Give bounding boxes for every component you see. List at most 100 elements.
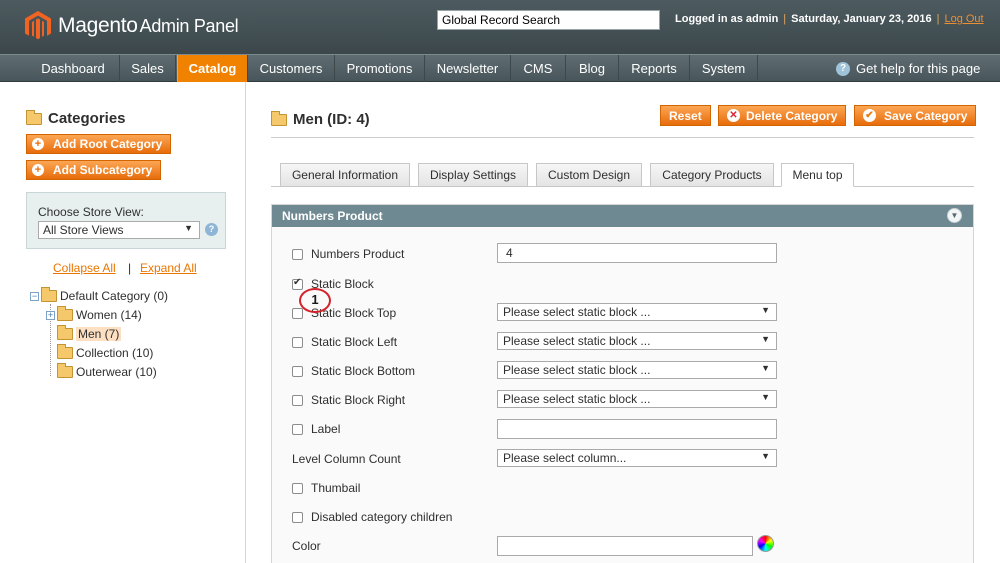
collapse-all-link[interactable]: Collapse All [53,261,116,275]
static-block-right-checkbox[interactable] [292,394,303,406]
store-view-select[interactable]: All Store Views ▼ [38,221,200,239]
fieldset-header[interactable]: Numbers Product ▼ [272,205,973,227]
help-link[interactable]: ? Get help for this page [836,55,980,82]
color-input[interactable] [497,536,753,556]
reset-label: Reset [669,108,702,123]
nav-reports[interactable]: Reports [619,55,690,82]
label-input[interactable] [497,419,777,439]
separator: | [783,13,787,25]
nav-promotions[interactable]: Promotions [335,55,425,82]
add-root-category-label: Add Root Category [53,137,163,151]
static-block-checkbox[interactable] [292,277,303,290]
tree-item-label: Women (14) [76,308,142,322]
magento-logo-icon [25,11,51,40]
help-icon: ? [836,61,850,76]
field-label: Thumbail [311,481,361,495]
disabled-category-children-checkbox[interactable] [292,511,303,523]
tab-custom-design[interactable]: Custom Design [536,163,642,187]
logout-link[interactable]: Log Out [944,13,983,25]
numbers-product-checkbox[interactable] [292,248,303,260]
field-static-block: Static Block [292,277,374,291]
field-label-row: Label [292,422,340,436]
tree-item-outerwear[interactable]: Outerwear (10) [57,363,157,379]
add-subcategory-button[interactable]: + Add Subcategory [26,160,162,180]
label-checkbox[interactable] [292,423,303,435]
static-block-top-checkbox[interactable] [292,307,303,319]
tab-menu-top[interactable]: Menu top [781,163,854,187]
separator: | [936,13,940,25]
tree-item-collection[interactable]: Collection (10) [57,344,153,360]
dropdown-arrow-icon: ▼ [761,305,770,315]
static-block-bottom-select[interactable]: Please select static block ... ▼ [497,361,777,379]
logo-text: Magento Admin Panel [58,14,239,38]
add-root-category-button[interactable]: + Add Root Category [26,134,172,154]
chevron-down-icon[interactable]: ▼ [947,208,962,223]
check-circle-icon: ✔ [863,109,876,122]
tab-general-information[interactable]: General Information [280,163,410,187]
link-separator: | [128,261,132,275]
delete-category-button[interactable]: ✕ Delete Category [718,105,847,126]
dropdown-arrow-icon: ▼ [761,363,770,373]
folder-icon [57,306,73,321]
nav-cms[interactable]: CMS [511,55,566,82]
field-level-column-count: Level Column Count [292,452,401,466]
logo-brand: Magento [58,14,138,37]
annotation-marker: 1 [299,288,331,313]
tree-item-default-category[interactable]: − Default Category (0) [30,287,168,303]
save-category-button[interactable]: ✔ Save Category [854,105,977,126]
dropdown-arrow-icon: ▼ [761,451,770,461]
level-column-count-select[interactable]: Please select column... ▼ [497,449,777,467]
plus-circle-icon: + [32,164,44,176]
expand-all-link[interactable]: Expand All [140,261,197,275]
static-block-left-select[interactable]: Please select static block ... ▼ [497,332,777,350]
static-block-right-select[interactable]: Please select static block ... ▼ [497,390,777,408]
select-value: Please select static block ... [503,305,651,319]
select-value: Please select column... [503,451,627,465]
header-date: Saturday, January 23, 2016 [791,13,932,25]
logged-in-text: Logged in as admin [675,13,779,25]
tree-item-women[interactable]: + Women (14) [46,306,142,322]
folder-icon [57,363,73,378]
store-view-value: All Store Views [43,223,124,237]
global-search-input[interactable] [437,10,660,30]
static-block-bottom-checkbox[interactable] [292,365,303,377]
page-title: Men (ID: 4) [271,110,370,128]
categories-heading: Categories [26,109,126,127]
field-label: Static Block Bottom [311,364,416,378]
field-label: Color [292,539,321,553]
nav-sales[interactable]: Sales [120,55,176,82]
static-block-left-checkbox[interactable] [292,336,303,348]
tree-item-men[interactable]: Men (7) [57,325,122,341]
field-static-block-right: Static Block Right [292,393,405,407]
nav-system[interactable]: System [690,55,758,82]
field-thumbail: Thumbail [292,481,360,495]
dropdown-arrow-icon: ▼ [184,223,193,233]
tree-expand-icon[interactable]: + [46,310,55,320]
static-block-top-select[interactable]: Please select static block ... ▼ [497,303,777,321]
thumbail-checkbox[interactable] [292,482,303,494]
reset-button[interactable]: Reset [660,105,711,126]
divider [271,137,974,138]
store-view-label: Choose Store View: [38,205,144,219]
page-title-text: Men (ID: 4) [293,111,370,128]
tab-category-products[interactable]: Category Products [650,163,774,187]
color-wheel-icon[interactable] [757,535,774,552]
nav-catalog[interactable]: Catalog [177,55,248,82]
dropdown-arrow-icon: ▼ [761,392,770,402]
nav-blog[interactable]: Blog [566,55,619,82]
nav-newsletter[interactable]: Newsletter [425,55,511,82]
logo[interactable]: Magento Admin Panel [25,11,239,41]
help-icon[interactable]: ? [205,223,218,236]
select-value: Please select static block ... [503,392,651,406]
field-label: Static Block Left [311,335,398,349]
dropdown-arrow-icon: ▼ [761,334,770,344]
tab-display-settings[interactable]: Display Settings [418,163,528,187]
numbers-product-input[interactable]: 4 [497,243,777,263]
nav-dashboard[interactable]: Dashboard [27,55,120,82]
fieldset-title: Numbers Product [282,209,383,223]
folder-icon [271,110,287,126]
numbers-product-fieldset: Numbers Product ▼ Numbers Product 4 Stat… [271,204,974,563]
nav-customers[interactable]: Customers [248,55,335,82]
field-static-block-left: Static Block Left [292,335,397,349]
tree-collapse-icon[interactable]: − [30,291,39,301]
